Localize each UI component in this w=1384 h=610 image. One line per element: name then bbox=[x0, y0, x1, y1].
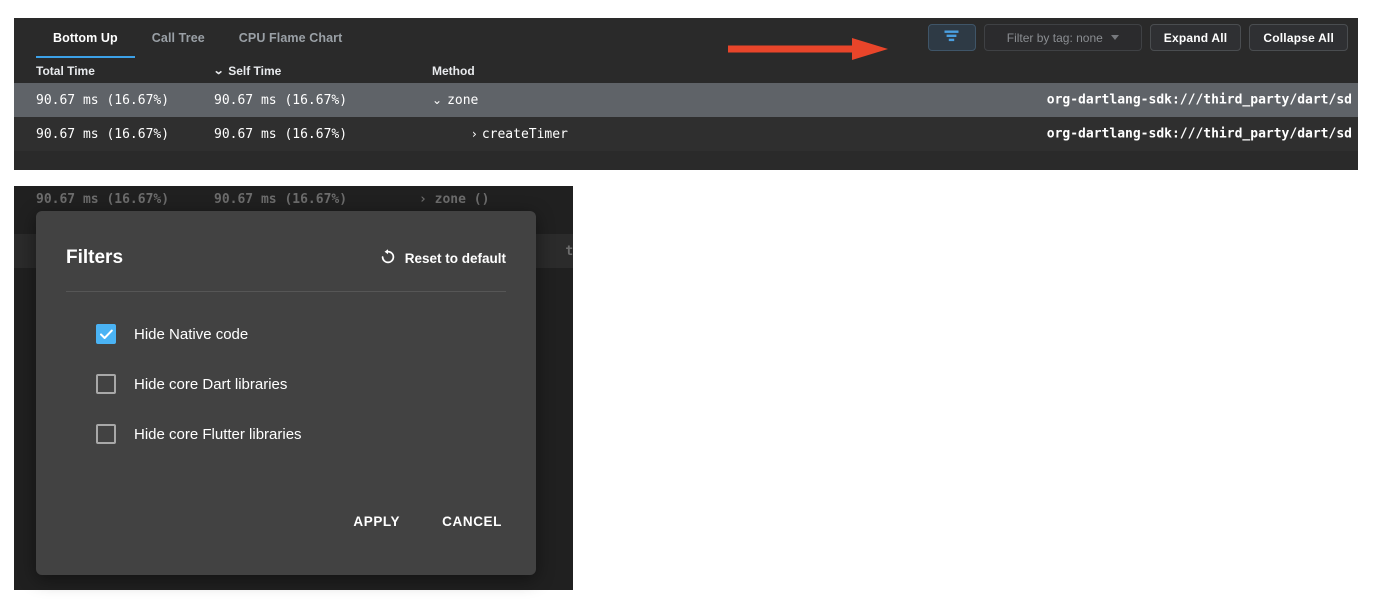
checkbox-row-hide-native-code[interactable]: Hide Native code bbox=[66, 309, 506, 359]
cell-self-time: 90.67 ms (16.67%) bbox=[214, 92, 348, 108]
checkbox-hide-native-code[interactable] bbox=[96, 324, 116, 344]
tab-call-tree-label: Call Tree bbox=[151, 31, 205, 45]
sort-descending-icon: ⌄ bbox=[212, 65, 225, 77]
dialog-title: Filters bbox=[66, 247, 124, 268]
dialog-action-buttons: APPLY CANCEL bbox=[345, 508, 510, 535]
collapse-all-button[interactable]: Collapse All bbox=[1249, 24, 1348, 51]
cell-total-time: 90.67 ms (16.67%) bbox=[36, 126, 170, 142]
tab-cpu-flame-chart-label: CPU Flame Chart bbox=[238, 31, 343, 45]
column-header-self-time-label: Self Time bbox=[228, 63, 282, 78]
column-header-method-label: Method bbox=[432, 63, 475, 78]
table-row[interactable]: 90.67 ms (16.67%) 90.67 ms (16.67%) ⌄ zo… bbox=[14, 83, 1358, 117]
tab-bottom-up[interactable]: Bottom Up bbox=[36, 18, 135, 58]
checkbox-row-hide-core-dart-libraries[interactable]: Hide core Dart libraries bbox=[66, 359, 506, 409]
tab-bar: Bottom Up Call Tree CPU Flame Chart Filt… bbox=[14, 18, 1358, 58]
checkbox-label: Hide core Dart libraries bbox=[134, 375, 288, 393]
method-name: createTimer bbox=[481, 126, 568, 142]
tab-bottom-up-label: Bottom Up bbox=[53, 31, 118, 45]
checkbox-label: Hide Native code bbox=[134, 325, 249, 343]
column-header-self-time[interactable]: ⌄ Self Time bbox=[212, 63, 432, 78]
chevron-down-icon bbox=[1110, 35, 1119, 40]
column-header-total-time-label: Total Time bbox=[36, 63, 95, 78]
table-header-row: Total Time ⌄ Self Time Method bbox=[14, 58, 1358, 83]
cell-total-time: 90.67 ms (16.67%) bbox=[36, 92, 170, 108]
filters-dialog-header: Filters Reset to default bbox=[36, 211, 536, 269]
ghost-cell-method: › zone () bbox=[419, 191, 490, 207]
tag-filter-dropdown[interactable]: Filter by tag: none bbox=[983, 24, 1142, 51]
checkbox-hide-core-dart-libraries[interactable] bbox=[96, 374, 116, 394]
filter-button[interactable] bbox=[927, 24, 976, 51]
table-row[interactable]: 90.67 ms (16.67%) 90.67 ms (16.67%) › cr… bbox=[14, 117, 1358, 151]
expand-all-button[interactable]: Expand All bbox=[1149, 24, 1242, 51]
column-header-method[interactable]: Method bbox=[432, 64, 1358, 78]
cell-self-time: 90.67 ms (16.67%) bbox=[214, 126, 348, 142]
column-header-total-time[interactable]: Total Time bbox=[14, 64, 214, 78]
filters-checkbox-group: Hide Native code Hide core Dart librarie… bbox=[36, 292, 536, 459]
cpu-profiler-panel: Bottom Up Call Tree CPU Flame Chart Filt… bbox=[14, 18, 1358, 170]
annotation-arrow-icon bbox=[728, 38, 888, 60]
ghost-cell-self-time: 90.67 ms (16.67%) bbox=[214, 191, 348, 207]
ghost-cell-total-time: 90.67 ms (16.67%) bbox=[36, 191, 170, 207]
method-uri: org-dartlang-sdk:///third_party/dart/sd bbox=[1046, 126, 1352, 142]
rotate-left-icon bbox=[380, 248, 396, 268]
filter-funnel-icon bbox=[944, 30, 959, 46]
tag-filter-label: Filter by tag: none bbox=[1006, 30, 1103, 45]
tab-call-tree[interactable]: Call Tree bbox=[135, 18, 222, 58]
checkbox-hide-core-flutter-libraries[interactable] bbox=[96, 424, 116, 444]
checkbox-row-hide-core-flutter-libraries[interactable]: Hide core Flutter libraries bbox=[66, 409, 506, 459]
apply-button[interactable]: APPLY bbox=[345, 508, 408, 535]
reset-to-default-button[interactable]: Reset to default bbox=[380, 248, 506, 268]
filters-dialog: Filters Reset to default Hide Native cod… bbox=[36, 211, 536, 575]
ghost-cell-uri: tT bbox=[565, 243, 573, 259]
reset-to-default-label: Reset to default bbox=[404, 250, 506, 266]
method-name: zone bbox=[447, 92, 479, 108]
screenshot-stage: Bottom Up Call Tree CPU Flame Chart Filt… bbox=[0, 0, 1384, 610]
expand-collapse-icon[interactable]: ⌄ bbox=[432, 93, 442, 107]
checkbox-label: Hide core Flutter libraries bbox=[134, 425, 302, 443]
profiler-toolbar: Filter by tag: none Expand All Collapse … bbox=[927, 24, 1348, 51]
expand-all-label: Expand All bbox=[1163, 30, 1228, 45]
cancel-button[interactable]: CANCEL bbox=[434, 508, 510, 535]
tab-cpu-flame-chart[interactable]: CPU Flame Chart bbox=[222, 18, 360, 58]
expand-collapse-icon[interactable]: › bbox=[472, 127, 477, 141]
method-uri: org-dartlang-sdk:///third_party/dart/sd bbox=[1046, 92, 1352, 108]
collapse-all-label: Collapse All bbox=[1263, 30, 1334, 45]
